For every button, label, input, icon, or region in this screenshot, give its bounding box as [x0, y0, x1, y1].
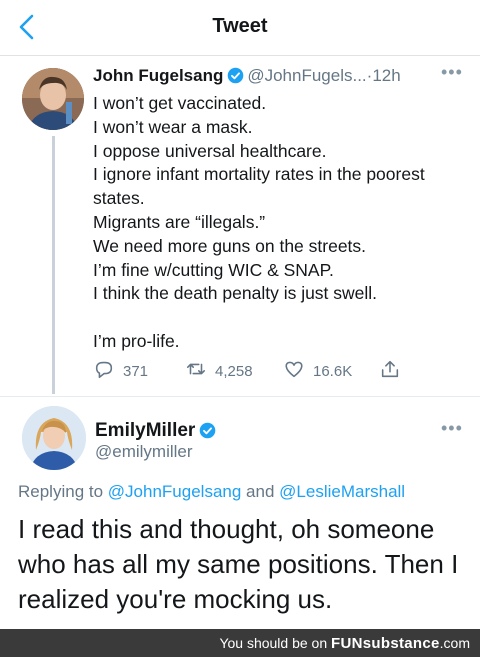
tweet-body: I read this and thought, oh someone who …	[18, 512, 468, 617]
retweet-button[interactable]: 4,258	[185, 358, 253, 384]
author-name[interactable]: John Fugelsang	[93, 66, 223, 85]
tweet-line: We need more guns on the streets.	[93, 235, 367, 256]
share-button[interactable]	[379, 358, 401, 384]
tweet-line: states.	[93, 188, 145, 209]
tweet-header: John Fugelsang @JohnFugels...·12h	[93, 66, 401, 86]
verified-badge-icon	[227, 67, 244, 84]
verified-badge-icon	[199, 422, 216, 439]
tweet-line: I’m pro-life.	[93, 330, 180, 351]
tweet-line: Migrants are “illegals.”	[93, 211, 266, 232]
more-icon[interactable]: •••	[441, 62, 463, 83]
author-name-text: EmilyMiller	[95, 420, 196, 441]
tweet-line: I think the death penalty is just swell.	[93, 283, 378, 304]
reply-button[interactable]: 371	[93, 358, 148, 384]
like-count: 16.6K	[313, 362, 353, 380]
more-icon[interactable]: •••	[441, 418, 463, 439]
tweet-line: I won’t get vaccinated.	[93, 93, 267, 113]
tweet-actions: 371 4,258 16.6K	[93, 358, 423, 386]
avatar[interactable]	[22, 68, 84, 130]
divider	[0, 396, 480, 397]
top-bar: Tweet	[0, 0, 480, 56]
like-icon	[283, 358, 305, 384]
tweet-line: realized you're mocking us.	[18, 584, 333, 614]
tweet-line: I oppose universal healthcare.	[93, 140, 327, 161]
replying-prefix: Replying to	[18, 482, 104, 501]
watermark-bar: You should be on FUNsubstance.com	[0, 629, 480, 657]
watermark-brand: FUNsubstance	[331, 635, 440, 652]
retweet-icon	[185, 358, 207, 384]
retweet-count: 4,258	[215, 362, 253, 380]
author-handle[interactable]: @JohnFugels...	[247, 66, 366, 85]
tweet-body: I won’t get vaccinated. I won’t wear a m…	[93, 92, 465, 354]
watermark-text: You should be on FUNsubstance.com	[219, 635, 470, 652]
tweet-line: I won’t wear a mask.	[93, 116, 253, 137]
watermark-prefix: You should be on	[219, 635, 328, 651]
watermark-suffix: .com	[439, 635, 470, 651]
like-button[interactable]: 16.6K	[283, 358, 352, 384]
tweet-line: I ignore infant mortality rates in the p…	[93, 164, 425, 185]
reply-count: 371	[123, 362, 149, 380]
author-handle[interactable]: @emilymiller	[95, 442, 193, 462]
mention-link[interactable]: @JohnFugelsang	[108, 482, 242, 501]
replying-and: and	[246, 482, 275, 501]
reply-icon	[93, 358, 115, 384]
author-name[interactable]: EmilyMiller	[95, 420, 219, 442]
tweet-line: I’m fine w/cutting WIC & SNAP.	[93, 259, 334, 280]
replying-to: Replying to @JohnFugelsang and @LeslieMa…	[18, 482, 405, 502]
mention-link[interactable]: @LeslieMarshall	[279, 482, 405, 501]
timestamp[interactable]: 12h	[372, 66, 400, 85]
tweet-line: I read this and thought, oh someone	[18, 514, 435, 544]
avatar[interactable]	[22, 406, 86, 470]
thread-line	[52, 136, 55, 394]
tweet-line: who has all my same positions. Then I	[18, 549, 459, 579]
page-title: Tweet	[212, 15, 268, 37]
share-icon	[379, 358, 401, 384]
